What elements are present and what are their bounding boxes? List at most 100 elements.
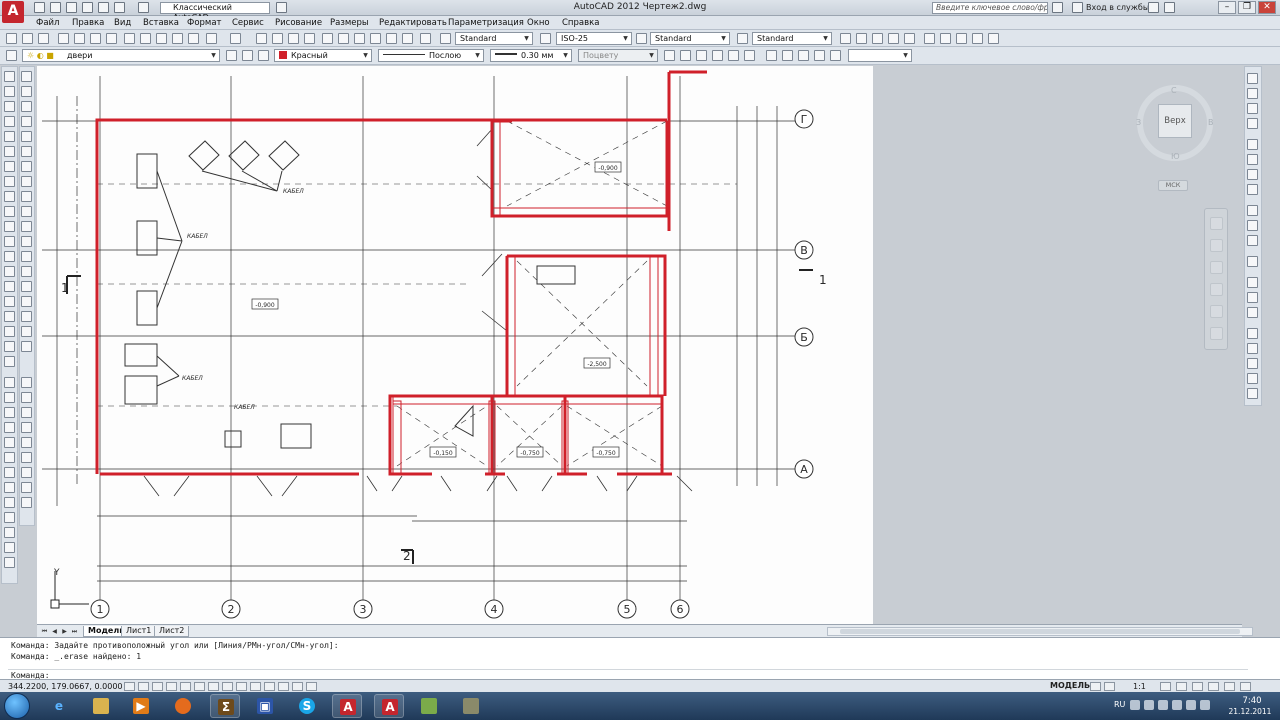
- dim-continue-icon[interactable]: [4, 527, 15, 538]
- tray-icon[interactable]: [1158, 700, 1168, 710]
- model-space-button[interactable]: МОДЕЛЬ: [1050, 681, 1090, 690]
- publish-icon[interactable]: [90, 33, 101, 44]
- loft-icon[interactable]: [1247, 184, 1258, 195]
- undo-icon[interactable]: [114, 2, 125, 13]
- camera-icon[interactable]: [1247, 373, 1258, 384]
- help-icon[interactable]: [1164, 2, 1175, 13]
- lineweight-icon[interactable]: [264, 682, 275, 691]
- dim-break-icon[interactable]: [4, 557, 15, 568]
- wcs-menu[interactable]: МСК: [1158, 180, 1188, 191]
- move-icon[interactable]: [21, 146, 32, 157]
- hatch-icon[interactable]: [4, 281, 15, 292]
- osnap-center-icon[interactable]: [21, 422, 32, 433]
- clock-date[interactable]: 21.12.2011: [1226, 707, 1274, 716]
- viewcube-top-face[interactable]: Верх: [1158, 104, 1192, 138]
- chamfer-icon[interactable]: [21, 281, 32, 292]
- polyline-icon[interactable]: [4, 101, 15, 112]
- solid-cone-icon[interactable]: [1247, 103, 1258, 114]
- blend-icon[interactable]: [21, 311, 32, 322]
- help-icon[interactable]: [420, 33, 431, 44]
- osnap-intersection-icon[interactable]: [21, 407, 32, 418]
- app-sigma-taskbar-icon[interactable]: Σ: [210, 694, 240, 718]
- new-file-icon[interactable]: [34, 2, 45, 13]
- minimize-button[interactable]: –: [1218, 1, 1236, 14]
- undo-icon[interactable]: [206, 33, 217, 44]
- next-tab-icon[interactable]: ▶: [60, 627, 69, 636]
- plot-preview-icon[interactable]: [74, 33, 85, 44]
- search-input[interactable]: Введите ключевое слово/фразу: [932, 2, 1048, 14]
- redo-icon[interactable]: [138, 2, 149, 13]
- tab-layout2[interactable]: Лист2: [154, 626, 190, 637]
- menu-modify[interactable]: Редактировать: [379, 18, 447, 28]
- menu-dimension[interactable]: Размеры: [330, 18, 369, 28]
- slice-icon[interactable]: [1247, 256, 1258, 267]
- lineweight-select[interactable]: 0.30 мм ▼: [490, 49, 572, 62]
- redo-icon[interactable]: [230, 33, 241, 44]
- tool-palettes-icon[interactable]: [354, 33, 365, 44]
- grid-display-icon[interactable]: [152, 682, 163, 691]
- block-editor-icon[interactable]: [188, 33, 199, 44]
- mleader-style-icon[interactable]: [737, 33, 748, 44]
- solid-box-icon[interactable]: [1247, 73, 1258, 84]
- menu-window[interactable]: Окно: [527, 18, 550, 28]
- print-icon[interactable]: [98, 2, 109, 13]
- polar-icon[interactable]: [972, 33, 983, 44]
- mirror-icon[interactable]: [21, 101, 32, 112]
- save-app-taskbar-icon[interactable]: ▣: [250, 694, 280, 718]
- dim-angular-icon[interactable]: [4, 482, 15, 493]
- rectangle-icon[interactable]: [4, 131, 15, 142]
- dim-style-select[interactable]: ISO-25 ▼: [556, 32, 632, 45]
- dim-aligned-icon[interactable]: [4, 392, 15, 403]
- design-center-icon[interactable]: [338, 33, 349, 44]
- transparency-icon[interactable]: [278, 682, 289, 691]
- otrack-icon[interactable]: [222, 682, 233, 691]
- layer-select[interactable]: ☼ ◐ ■ двери ▼: [22, 49, 220, 62]
- lengthen-icon[interactable]: [21, 341, 32, 352]
- layer-icon[interactable]: [872, 33, 883, 44]
- application-menu-button[interactable]: A: [2, 1, 24, 23]
- match-properties-icon[interactable]: [172, 33, 183, 44]
- zoom-window-icon[interactable]: [288, 33, 299, 44]
- notes-taskbar-icon[interactable]: [414, 694, 444, 718]
- box-icon[interactable]: [728, 50, 739, 61]
- selection-cycling-icon[interactable]: [306, 682, 317, 691]
- viewport-polygon-icon[interactable]: [798, 50, 809, 61]
- tab-layout1[interactable]: Лист1: [121, 626, 157, 637]
- dim-radius-icon[interactable]: [4, 437, 15, 448]
- skype-taskbar-icon[interactable]: S: [292, 694, 322, 718]
- array-icon[interactable]: [21, 131, 32, 142]
- osnap-icon[interactable]: [988, 33, 999, 44]
- orbit-icon[interactable]: [1210, 283, 1223, 296]
- 3d-osnap-icon[interactable]: [208, 682, 219, 691]
- osnap-perpendicular-icon[interactable]: [21, 467, 32, 478]
- explode-icon[interactable]: [21, 326, 32, 337]
- first-tab-icon[interactable]: ⏮: [40, 627, 49, 636]
- mtext-icon[interactable]: [4, 341, 15, 352]
- volume-icon[interactable]: [1200, 700, 1210, 710]
- wedge-icon[interactable]: [744, 50, 755, 61]
- line-icon[interactable]: [4, 71, 15, 82]
- menu-file[interactable]: Файл: [36, 18, 59, 28]
- viewcube[interactable]: Верх С Ю З В: [1134, 82, 1216, 166]
- tray-icon[interactable]: [1144, 700, 1154, 710]
- viewport-icon[interactable]: [766, 50, 777, 61]
- break-at-point-icon[interactable]: [21, 236, 32, 247]
- erase-icon[interactable]: [21, 71, 32, 82]
- media-player-taskbar-icon[interactable]: ▶: [126, 694, 156, 718]
- zoom-previous-icon[interactable]: [304, 33, 315, 44]
- linetype-select[interactable]: Послою ▼: [378, 49, 484, 62]
- last-tab-icon[interactable]: ⏭: [70, 627, 79, 636]
- command-input[interactable]: Команда:: [8, 669, 1248, 680]
- quickcalc-icon[interactable]: [402, 33, 413, 44]
- menu-tools[interactable]: Сервис: [232, 18, 264, 28]
- menu-edit[interactable]: Правка: [72, 18, 104, 28]
- table-style-icon[interactable]: [636, 33, 647, 44]
- trim-icon[interactable]: [21, 206, 32, 217]
- table-style-select[interactable]: Standard ▼: [650, 32, 730, 45]
- rotate-icon[interactable]: [21, 161, 32, 172]
- tool-taskbar-icon[interactable]: [456, 694, 486, 718]
- annotation-visibility-icon[interactable]: [1160, 682, 1171, 691]
- layer-properties-icon[interactable]: [6, 50, 17, 61]
- region-icon[interactable]: [4, 311, 15, 322]
- properties-icon[interactable]: [322, 33, 333, 44]
